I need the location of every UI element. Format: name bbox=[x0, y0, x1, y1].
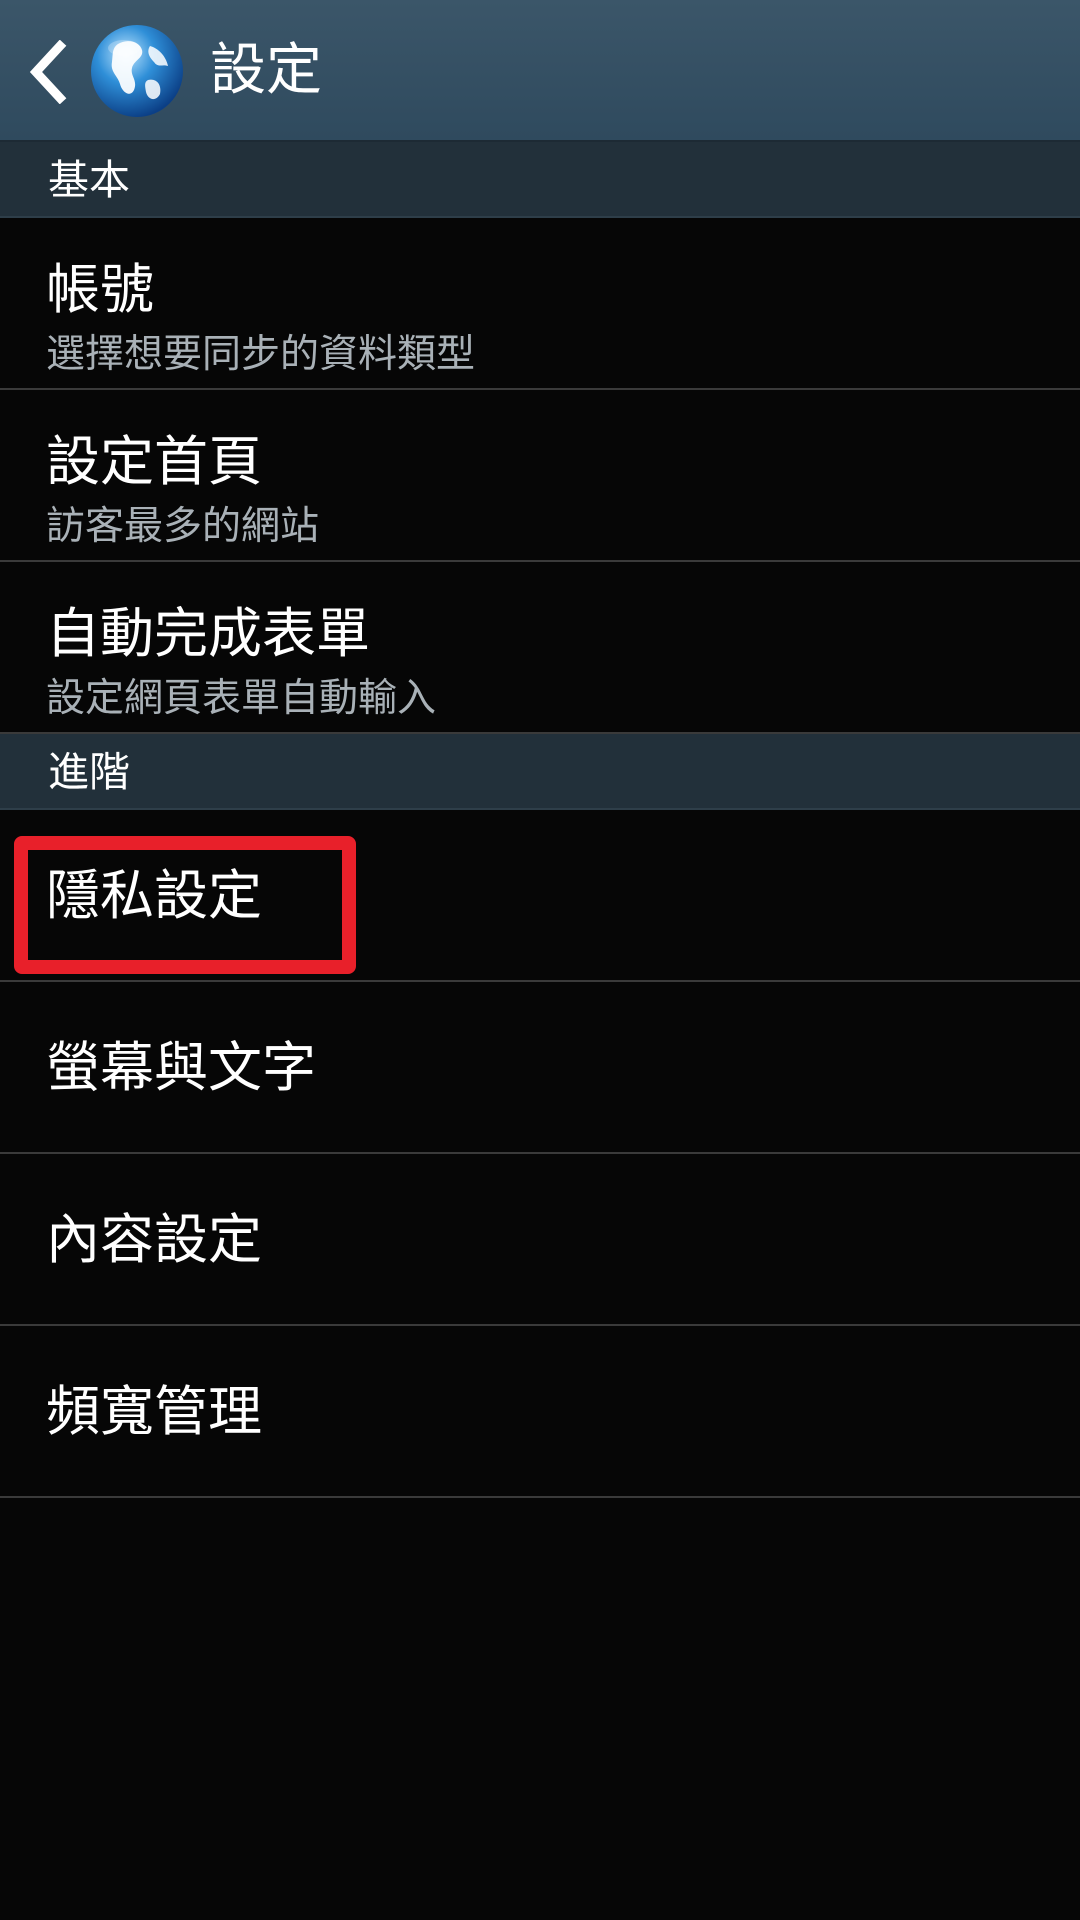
list-item-account[interactable]: 帳號 選擇想要同步的資料類型 bbox=[0, 218, 1080, 390]
action-bar: 設定 bbox=[0, 0, 1080, 142]
list-item-summary: 設定網頁表單自動輸入 bbox=[46, 676, 437, 721]
list-item-title: 內容設定 bbox=[46, 1208, 262, 1271]
list-item-title: 自動完成表單 bbox=[46, 602, 370, 665]
list-item-homepage[interactable]: 設定首頁 訪客最多的網站 bbox=[0, 390, 1080, 562]
list-item-title: 頻寬管理 bbox=[46, 1380, 262, 1443]
list-item-summary: 選擇想要同步的資料類型 bbox=[46, 332, 476, 377]
section-header-advanced: 進階 bbox=[0, 734, 1080, 810]
chevron-left-icon bbox=[29, 40, 67, 104]
highlight-annotation bbox=[14, 836, 356, 974]
list-item-bandwidth[interactable]: 頻寬管理 bbox=[0, 1326, 1080, 1498]
page-title: 設定 bbox=[210, 38, 322, 103]
section-header-basic: 基本 bbox=[0, 142, 1080, 218]
list-item-summary: 訪客最多的網站 bbox=[46, 504, 320, 549]
list-item-content-settings[interactable]: 內容設定 bbox=[0, 1154, 1080, 1326]
list-item-title: 設定首頁 bbox=[46, 430, 262, 493]
list-item-title: 帳號 bbox=[46, 258, 154, 321]
section-header-label: 基本 bbox=[48, 156, 130, 204]
section-header-label: 進階 bbox=[48, 748, 130, 796]
list-item-title: 螢幕與文字 bbox=[46, 1036, 316, 1099]
settings-list: 基本 帳號 選擇想要同步的資料類型 設定首頁 訪客最多的網站 自動完成表單 設定… bbox=[0, 142, 1080, 1498]
list-item-screen-text[interactable]: 螢幕與文字 bbox=[0, 982, 1080, 1154]
list-item-autofill[interactable]: 自動完成表單 設定網頁表單自動輸入 bbox=[0, 562, 1080, 734]
back-button[interactable] bbox=[18, 30, 78, 114]
globe-icon bbox=[88, 22, 186, 120]
